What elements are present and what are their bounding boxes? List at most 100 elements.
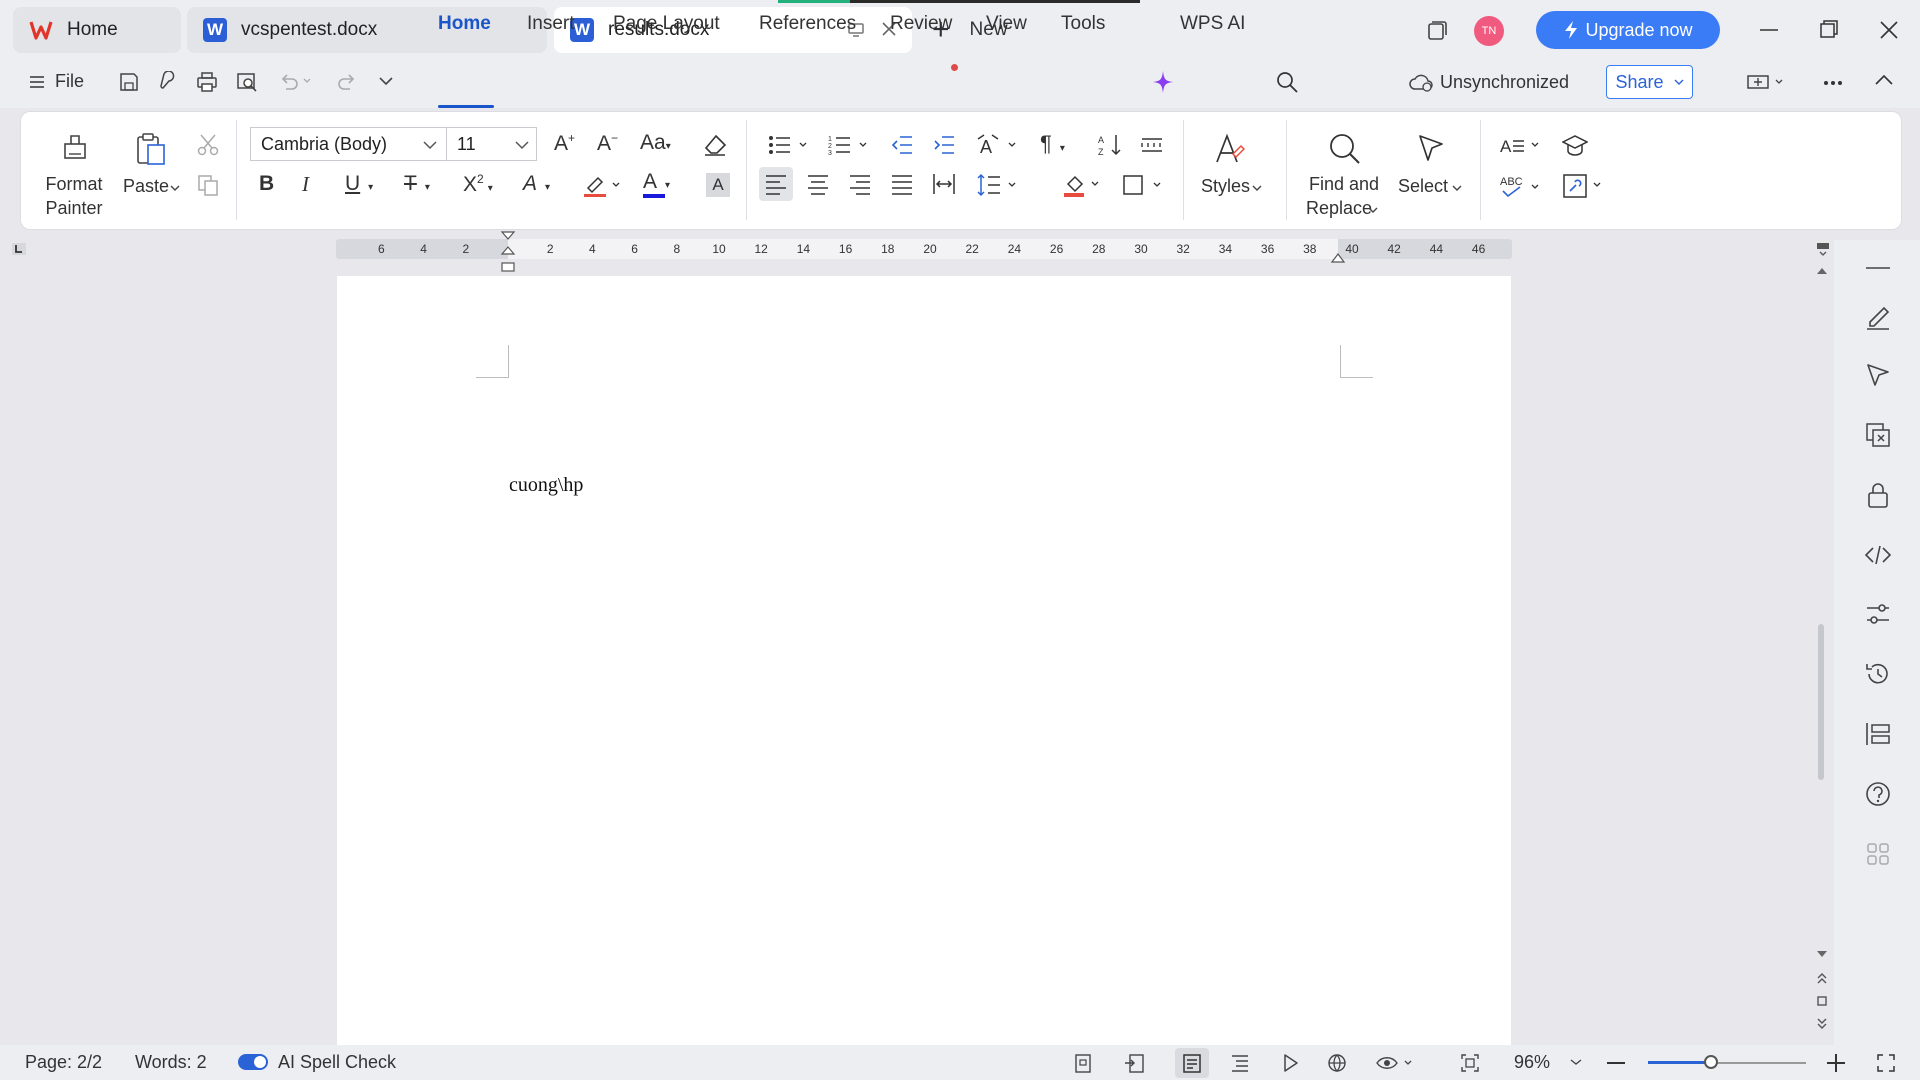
play-icon[interactable] bbox=[1280, 1053, 1300, 1073]
document-text[interactable]: cuong\hp bbox=[509, 474, 583, 497]
spell-check-icon[interactable]: ABC bbox=[1500, 173, 1542, 199]
change-case-icon[interactable]: Aa▾ bbox=[640, 131, 671, 155]
restore-icon[interactable] bbox=[1820, 20, 1838, 38]
distributed-icon[interactable] bbox=[932, 173, 956, 195]
italic-icon[interactable]: I bbox=[302, 172, 309, 197]
align-right-icon[interactable] bbox=[848, 173, 872, 195]
paste-button[interactable]: Paste bbox=[118, 130, 186, 200]
select-cursor-icon[interactable] bbox=[1864, 361, 1892, 389]
align-center-icon[interactable] bbox=[806, 173, 830, 195]
font-name-select[interactable]: Cambria (Body) bbox=[250, 127, 447, 161]
search-icon[interactable] bbox=[1276, 71, 1298, 93]
text-effect-icon[interactable]: A ▾ bbox=[523, 172, 550, 196]
zoom-level[interactable]: 96% bbox=[1514, 1052, 1550, 1073]
spell-check-toggle[interactable] bbox=[238, 1054, 268, 1070]
print-icon[interactable] bbox=[196, 71, 218, 93]
menu-view[interactable]: View bbox=[986, 13, 1027, 35]
font-size-select[interactable]: 11 bbox=[446, 127, 537, 161]
outline-view-icon[interactable] bbox=[1230, 1053, 1250, 1073]
menu-page-layout[interactable]: Page Layout bbox=[613, 13, 720, 35]
format-painter-button[interactable]: Format Painter bbox=[36, 130, 112, 222]
share-button[interactable]: Share bbox=[1606, 65, 1693, 99]
find-replace-button[interactable]: Find and Replace bbox=[1300, 130, 1388, 222]
lock-icon[interactable] bbox=[1864, 481, 1892, 509]
file-menu[interactable]: File bbox=[55, 71, 84, 92]
menu-home[interactable]: Home bbox=[438, 13, 491, 35]
browse-object-icon[interactable] bbox=[1817, 996, 1827, 1006]
fullscreen-icon[interactable] bbox=[1876, 1053, 1896, 1073]
zoom-in-icon[interactable] bbox=[1827, 1054, 1845, 1072]
superscript-icon[interactable]: X2▾ bbox=[463, 172, 493, 197]
page-view-icon[interactable] bbox=[1182, 1053, 1202, 1073]
upgrade-button[interactable]: Upgrade now bbox=[1536, 11, 1720, 49]
tools-settings-icon[interactable] bbox=[1562, 173, 1604, 199]
text-format-icon[interactable]: A bbox=[1500, 133, 1542, 157]
navigation-pane-icon[interactable] bbox=[1864, 720, 1892, 748]
user-avatar[interactable]: TN bbox=[1474, 16, 1504, 46]
increase-indent-icon[interactable] bbox=[932, 133, 956, 157]
decrease-indent-icon[interactable] bbox=[890, 133, 914, 157]
eye-protection-icon[interactable] bbox=[1376, 1053, 1416, 1073]
minimize-icon[interactable] bbox=[1760, 28, 1778, 32]
cut-icon[interactable] bbox=[196, 133, 220, 157]
undo-icon[interactable] bbox=[278, 71, 312, 91]
vertical-scrollbar-thumb[interactable] bbox=[1818, 624, 1824, 780]
scroll-up-icon[interactable] bbox=[1816, 267, 1828, 275]
tab-stop-selector-icon[interactable] bbox=[11, 242, 27, 256]
strikethrough-icon[interactable]: T ▾ bbox=[404, 172, 430, 196]
shading-icon[interactable] bbox=[1062, 172, 1104, 198]
pen-edit-icon[interactable] bbox=[1864, 302, 1892, 330]
focus-mode-icon[interactable] bbox=[1073, 1053, 1093, 1073]
line-spacing-icon[interactable] bbox=[976, 173, 1020, 197]
select-button[interactable]: Select bbox=[1396, 130, 1466, 202]
close-window-icon[interactable] bbox=[1880, 21, 1898, 39]
insert-comment-icon[interactable] bbox=[1746, 72, 1786, 92]
char-shading-icon[interactable]: A bbox=[706, 173, 730, 197]
align-left-icon[interactable] bbox=[764, 173, 788, 195]
font-color-icon[interactable]: A ▾ bbox=[643, 170, 670, 194]
underline-icon[interactable]: U ▾ bbox=[345, 172, 373, 196]
copy-icon[interactable] bbox=[196, 173, 220, 197]
hamburger-icon[interactable] bbox=[29, 74, 45, 90]
web-layout-icon[interactable] bbox=[1327, 1053, 1347, 1073]
help-icon[interactable] bbox=[1864, 780, 1892, 808]
more-icon[interactable] bbox=[1823, 80, 1843, 86]
fit-page-icon[interactable] bbox=[1460, 1053, 1480, 1073]
paragraph-mark-icon[interactable]: ¶ ▾ bbox=[1040, 131, 1065, 157]
code-icon[interactable] bbox=[1864, 541, 1892, 569]
justify-icon[interactable] bbox=[890, 173, 914, 195]
shrink-font-icon[interactable]: A− bbox=[597, 131, 618, 156]
menu-wps-ai[interactable]: WPS AI bbox=[1180, 13, 1245, 35]
menu-tools[interactable]: Tools bbox=[1061, 13, 1105, 35]
menu-references[interactable]: References bbox=[759, 13, 856, 35]
prev-page-icon[interactable] bbox=[1816, 972, 1828, 984]
word-count[interactable]: Words: 2 bbox=[135, 1052, 207, 1073]
read-mode-icon[interactable] bbox=[1124, 1053, 1146, 1073]
columns-icon[interactable] bbox=[1140, 133, 1164, 157]
right-indent-marker-icon[interactable] bbox=[1330, 250, 1346, 264]
copy-remove-icon[interactable] bbox=[1864, 421, 1892, 449]
apps-grid-icon[interactable] bbox=[1864, 840, 1892, 868]
highlight-icon[interactable] bbox=[582, 172, 622, 198]
tab-vcspentest[interactable]: W vcspentest.docx bbox=[187, 7, 547, 53]
collapse-panel-icon[interactable] bbox=[1866, 266, 1890, 270]
chevron-down-icon[interactable] bbox=[378, 76, 394, 86]
document-page[interactable] bbox=[337, 276, 1511, 1046]
borders-icon[interactable] bbox=[1122, 173, 1164, 197]
chevron-down-icon[interactable] bbox=[1570, 1058, 1582, 1066]
history-icon[interactable] bbox=[1864, 660, 1892, 688]
sort-icon[interactable]: AZ bbox=[1098, 133, 1124, 157]
redo-icon[interactable] bbox=[338, 71, 358, 91]
tab-home[interactable]: Home bbox=[13, 7, 181, 53]
menu-insert[interactable]: Insert bbox=[527, 13, 575, 35]
styles-button[interactable]: Styles bbox=[1195, 130, 1265, 202]
scroll-down-icon[interactable] bbox=[1816, 950, 1828, 958]
format-brush-icon[interactable] bbox=[158, 71, 180, 93]
zoom-out-icon[interactable] bbox=[1607, 1061, 1625, 1065]
clear-format-icon[interactable] bbox=[702, 133, 728, 157]
sliders-icon[interactable] bbox=[1864, 600, 1892, 628]
bold-icon[interactable]: B bbox=[259, 172, 274, 196]
save-icon[interactable] bbox=[118, 71, 140, 93]
sync-status[interactable]: Unsynchronized bbox=[1440, 72, 1569, 93]
indent-marker-icon[interactable] bbox=[500, 230, 516, 274]
